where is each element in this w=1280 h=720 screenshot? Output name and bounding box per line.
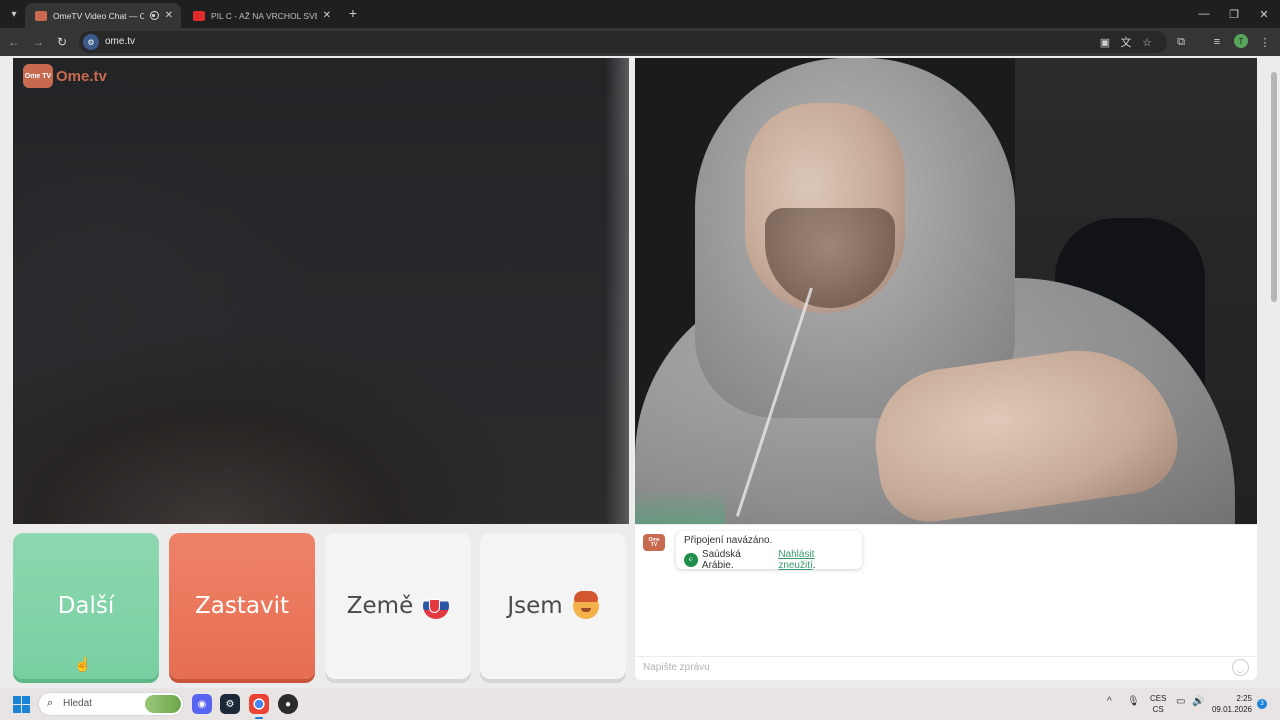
search-label: Hledat bbox=[63, 698, 92, 709]
taskbar-search[interactable]: ⌕ Hledat bbox=[38, 692, 184, 716]
steam-icon[interactable]: ⚙ bbox=[220, 694, 240, 714]
lang-top: CES bbox=[1150, 694, 1167, 703]
clock-date: 09.01.2026 bbox=[1211, 705, 1252, 714]
ometv-logo[interactable]: Ome TV Ome.tv bbox=[23, 64, 107, 88]
page-scrollbar[interactable] bbox=[1271, 58, 1277, 688]
microphone-icon[interactable]: 🎙 bbox=[1127, 696, 1140, 707]
lang-bottom: CS bbox=[1152, 705, 1164, 714]
tab-title: PIL C - AŽ NA VRCHOL SVETA bbox=[211, 10, 317, 21]
video-edge bbox=[605, 58, 629, 524]
site-settings-icon[interactable]: ⚙ bbox=[83, 34, 99, 50]
obs-icon[interactable]: ● bbox=[278, 694, 298, 714]
scrollbar-thumb[interactable] bbox=[1271, 72, 1277, 302]
country-button[interactable]: Země bbox=[325, 533, 471, 679]
close-tab-icon[interactable]: ✕ bbox=[165, 10, 173, 21]
report-suffix: . bbox=[812, 560, 816, 571]
tab-title: OmeTV Video Chat — Ome bbox=[53, 10, 144, 21]
bookmark-star-icon[interactable]: ☆ bbox=[1139, 34, 1155, 50]
gender-label: Jsem bbox=[507, 593, 563, 619]
forward-icon[interactable]: → bbox=[29, 33, 47, 51]
stranger-video: Ome TV Ome.tv bbox=[13, 58, 629, 524]
search-icon: ⌕ bbox=[47, 697, 54, 709]
youtube-favicon-icon bbox=[193, 10, 205, 21]
back-icon[interactable]: ← bbox=[5, 33, 23, 51]
translate-icon[interactable]: 文 bbox=[1118, 34, 1134, 50]
minimize-button[interactable]: — bbox=[1189, 5, 1219, 23]
country-label: Země bbox=[346, 593, 414, 619]
reload-icon[interactable]: ↻ bbox=[53, 33, 71, 51]
stranger-country: Saúdská Arábie. bbox=[701, 549, 741, 571]
chrome-icon[interactable] bbox=[249, 694, 269, 719]
boy-emoji-icon bbox=[572, 591, 599, 619]
stop-button[interactable]: Zastavit bbox=[169, 533, 315, 679]
next-label: Další bbox=[57, 593, 115, 619]
cast-icon[interactable]: ▣ bbox=[1097, 34, 1113, 50]
hand-cursor-icon: ☝ bbox=[74, 656, 92, 672]
input-language[interactable]: CES CS bbox=[1150, 693, 1166, 715]
taskbar: ⌕ Hledat ◉ ⚙ ● ^ 🎙 CES CS ▭ 🔊 2:25 09.01… bbox=[0, 688, 1280, 720]
ometv-page: Ome TV Ome.tv Další Zastavit Země Jsem ☝… bbox=[0, 56, 1280, 688]
tab-ometv[interactable]: OmeTV Video Chat — Ome ✕ bbox=[25, 3, 181, 28]
system-clock[interactable]: 2:25 09.01.2026 bbox=[1210, 693, 1252, 715]
volume-icon[interactable]: 🔊 bbox=[1192, 696, 1204, 707]
tab-youtube[interactable]: PIL C - AŽ NA VRCHOL SVETA ✕ bbox=[183, 3, 339, 28]
video-keyboard-glow bbox=[635, 488, 725, 524]
saudi-arabia-flag-icon: ☪ bbox=[684, 553, 698, 567]
maximize-button[interactable]: ❐ bbox=[1219, 5, 1249, 23]
logo-text: Ome.tv bbox=[56, 67, 107, 85]
gender-button[interactable]: Jsem bbox=[480, 533, 626, 679]
emoji-icon[interactable] bbox=[1232, 659, 1249, 676]
close-window-button[interactable]: ✕ bbox=[1249, 5, 1279, 23]
ometv-favicon-icon bbox=[35, 10, 47, 21]
reading-list-icon[interactable]: ≡ bbox=[1209, 34, 1225, 50]
network-icon[interactable]: ▭ bbox=[1176, 696, 1185, 707]
close-tab-icon[interactable]: ✕ bbox=[323, 10, 331, 21]
windows-start-icon[interactable] bbox=[13, 696, 30, 713]
recording-icon bbox=[149, 11, 159, 20]
browser-toolbar: ← → ↻ ⚙ ome.tv ▣ 文 ☆ ⧉ ≡ ⋮ bbox=[0, 28, 1280, 56]
stop-label: Zastavit bbox=[195, 593, 289, 619]
browser-tab-bar: ▾ OmeTV Video Chat — Ome ✕ PIL C - AŽ NA… bbox=[0, 0, 1280, 28]
tv-logo-icon: Ome TV bbox=[23, 64, 53, 88]
chat-panel: Ome TV Připojení navázáno. ☪ Saúdská Aráb… bbox=[635, 525, 1257, 680]
address-bar[interactable]: ⚙ ome.tv bbox=[79, 31, 1167, 53]
profile-avatar-icon[interactable]: T bbox=[1234, 34, 1248, 48]
notification-badge[interactable]: 3 bbox=[1257, 699, 1267, 709]
url-text: ome.tv bbox=[105, 36, 136, 47]
report-abuse-link[interactable]: Nahlásit zneužití bbox=[778, 549, 814, 571]
menu-icon[interactable]: ⋮ bbox=[1257, 34, 1273, 50]
screen: ▾ OmeTV Video Chat — Ome ✕ PIL C - AŽ NA… bbox=[0, 0, 1280, 720]
search-highlight-icon bbox=[145, 695, 181, 713]
message-input[interactable]: Napište zprávu bbox=[635, 656, 1257, 680]
system-message: Připojení navázáno. ☪ Saúdská Arábie. Na… bbox=[676, 531, 862, 571]
country-line: ☪ Saúdská Arábie. Nahlásit zneužití. bbox=[684, 549, 854, 571]
extensions-icon[interactable]: ⧉ bbox=[1173, 34, 1189, 50]
tab-search-icon[interactable]: ▾ bbox=[5, 5, 23, 23]
slovakia-flag-icon bbox=[423, 593, 450, 619]
tray-overflow-icon[interactable]: ^ bbox=[1107, 696, 1112, 707]
new-tab-button[interactable]: + bbox=[344, 4, 362, 22]
clock-time: 2:25 bbox=[1236, 694, 1252, 703]
discord-icon[interactable]: ◉ bbox=[192, 694, 212, 714]
self-video bbox=[635, 58, 1257, 524]
connection-status: Připojení navázáno. bbox=[684, 535, 773, 546]
ometv-chat-logo-icon: Ome TV bbox=[643, 534, 665, 551]
